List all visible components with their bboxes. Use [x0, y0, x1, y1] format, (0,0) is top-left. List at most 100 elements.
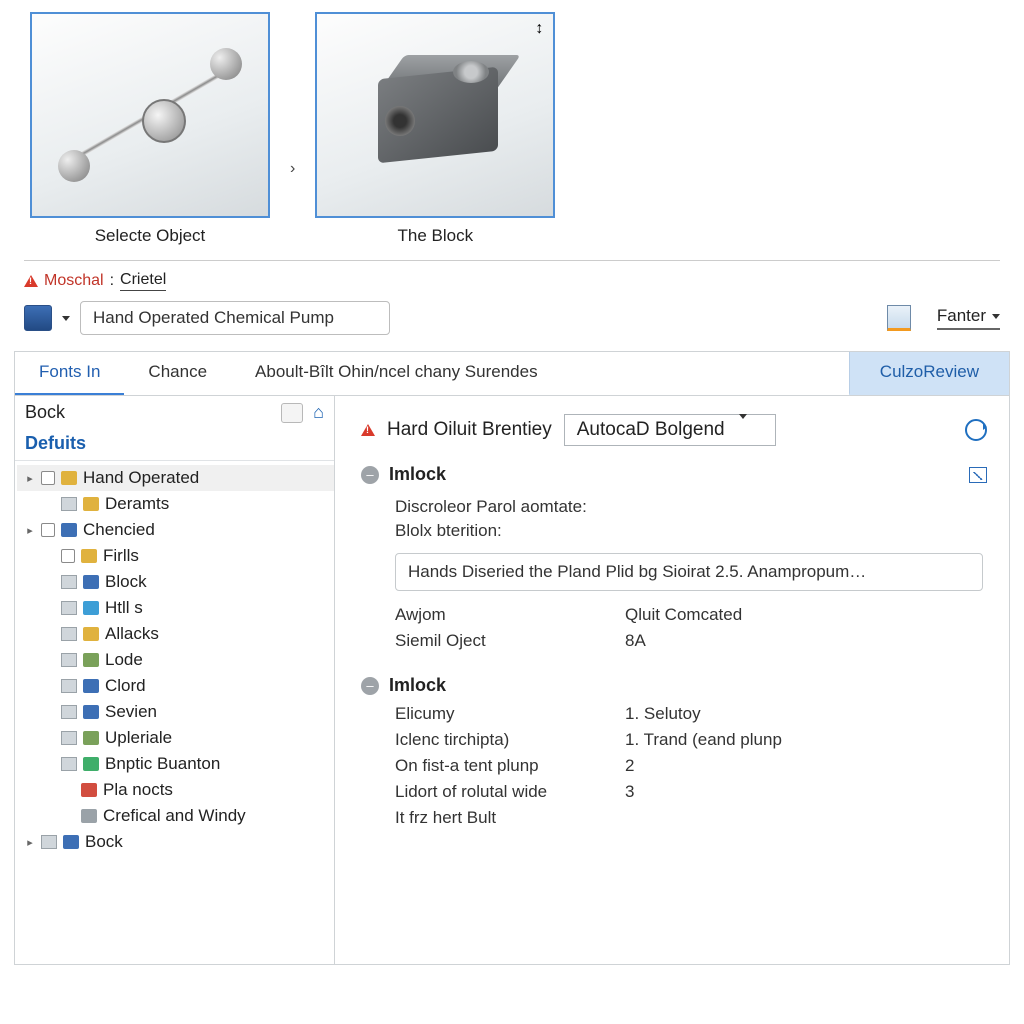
section1-body: Discroleor Parol aomtate: Blolx bteritio… — [361, 485, 987, 669]
folder-icon — [63, 835, 79, 849]
tree-node[interactable]: Allacks — [17, 621, 334, 647]
refresh-icon[interactable] — [965, 419, 987, 441]
warning-icon — [361, 424, 375, 436]
folder-icon — [61, 523, 77, 537]
folder-icon — [83, 653, 99, 667]
description-input[interactable]: Hands Diseried the Pland Plid bg Sioirat… — [395, 553, 983, 591]
tree-header: Bock ⌂ — [15, 396, 334, 427]
thumbnail-frame-1 — [30, 12, 270, 218]
document-icon[interactable] — [887, 305, 911, 331]
chevron-down-icon — [992, 314, 1000, 319]
tree-node-label: Bnptic Buanton — [105, 754, 220, 774]
panel-icon — [61, 679, 77, 693]
fanter-dropdown[interactable]: Fanter — [937, 306, 1000, 330]
tab-strip: Fonts In Chance Aboult-Bîlt Ohin/ncel ch… — [14, 351, 1010, 395]
kv-value: 1. Trand (eand plunp — [625, 730, 983, 750]
kv-key: Elicumy — [395, 704, 625, 724]
tree-node[interactable]: Bnptic Buanton — [17, 751, 334, 777]
tree-node[interactable]: Deramts — [17, 491, 334, 517]
checkbox[interactable] — [61, 549, 75, 563]
search-row: Fanter — [24, 301, 1000, 335]
collapse-icon: – — [361, 466, 379, 484]
tree-node[interactable]: Firlls — [17, 543, 334, 569]
tab-chance[interactable]: Chance — [124, 352, 231, 395]
tree-node-label: Chencied — [83, 520, 155, 540]
section2-kv: Elicumy1. SelutoyIclenc tirchipta)1. Tra… — [395, 704, 983, 828]
tree-node[interactable]: ▸Hand Operated — [17, 465, 334, 491]
tree-node[interactable]: Block — [17, 569, 334, 595]
expand-icon[interactable]: ▸ — [25, 836, 35, 849]
detail-select-value: AutocaD Bolgend — [577, 419, 725, 440]
kv-value: 2 — [625, 756, 983, 776]
folder-icon — [81, 783, 97, 797]
home-icon[interactable]: ⌂ — [313, 402, 324, 423]
thumbnail-caption-1: Selecte Object — [95, 226, 206, 246]
folder-icon — [61, 471, 77, 485]
kv-key: It frz hert Bult — [395, 808, 625, 828]
folder-icon — [83, 601, 99, 615]
breadcrumb-separator-icon: › — [290, 80, 295, 178]
kv-value — [625, 808, 983, 828]
detail-panel: Hard Oiluit Brentiey AutocaD Bolgend – I… — [335, 396, 1009, 964]
tree-panel: Bock ⌂ Defuits ▸Hand OperatedDeramts▸Che… — [15, 396, 335, 964]
tab-about[interactable]: Aboult-Bîlt Ohin/ncel chany Surendes — [231, 352, 562, 395]
section1-line1: Discroleor Parol aomtate: — [395, 497, 983, 517]
tree-node[interactable]: Sevien — [17, 699, 334, 725]
chart-icon[interactable] — [969, 467, 987, 483]
collapse-icon: – — [361, 677, 379, 695]
folder-icon — [83, 679, 99, 693]
tab-fonts[interactable]: Fonts In — [15, 352, 124, 395]
tree-node[interactable]: Htll s — [17, 595, 334, 621]
panel-icon — [61, 653, 77, 667]
section2-header[interactable]: – Imlock — [361, 675, 987, 696]
body-columns: Bock ⌂ Defuits ▸Hand OperatedDeramts▸Che… — [14, 395, 1010, 965]
kv-key: Awjom — [395, 605, 625, 625]
detail-title: Hard Oiluit Brentiey — [387, 419, 552, 441]
kv-value: Qluit Comcated — [625, 605, 983, 625]
warning-row: Moschal : Crietel — [24, 260, 1000, 291]
detail-select[interactable]: AutocaD Bolgend — [564, 414, 776, 446]
checkbox[interactable] — [41, 523, 55, 537]
tree-node-label: Upleriale — [105, 728, 172, 748]
tree-tool-button[interactable] — [281, 403, 303, 423]
warning-icon — [24, 275, 38, 287]
thumbnail-caption-2: The Block — [398, 226, 474, 246]
search-input[interactable] — [80, 301, 390, 335]
checkbox[interactable] — [41, 471, 55, 485]
tree-node[interactable]: ▸ Chencied — [17, 517, 334, 543]
tree-scroll[interactable]: ▸Hand OperatedDeramts ▸ Chencied Firlls Bloc… — [15, 461, 334, 964]
tree-node[interactable]: ▸Bock — [17, 829, 334, 855]
tree-node-label: Block — [105, 572, 147, 592]
folder-icon — [83, 497, 99, 511]
section1-line2: Blolx bterition: — [395, 521, 983, 541]
tree-node[interactable]: Clord — [17, 673, 334, 699]
thumbnail-card-2[interactable]: ↕ The Block — [315, 12, 555, 246]
tree-node-label: Crefical and Windy — [103, 806, 246, 826]
tree-node-label: Firlls — [103, 546, 139, 566]
tree-node[interactable]: Lode — [17, 647, 334, 673]
thumbnail-card-1[interactable]: Selecte Object — [30, 12, 270, 246]
kv-key: On fist-a tent plunp — [395, 756, 625, 776]
app-dropdown-icon[interactable] — [62, 316, 70, 321]
folder-icon — [83, 705, 99, 719]
expand-icon[interactable]: ▸ — [25, 472, 35, 485]
section1-header[interactable]: – Imlock — [361, 464, 987, 485]
section1-name: Imlock — [389, 464, 446, 485]
section2-name: Imlock — [389, 675, 446, 696]
kv-key: Siemil Oject — [395, 631, 625, 651]
panel-icon — [41, 835, 57, 849]
tree-node-label: Htll s — [105, 598, 143, 618]
kv-key: Lidort of rolutal wide — [395, 782, 625, 802]
tab-review[interactable]: CulzoReview — [849, 352, 1009, 395]
tree-node[interactable]: Pla nocts — [17, 777, 334, 803]
app-icon[interactable] — [24, 305, 52, 331]
warning-link[interactable]: Crietel — [120, 271, 166, 291]
chevron-down-icon — [739, 414, 747, 440]
folder-icon — [83, 757, 99, 771]
panel-icon — [61, 705, 77, 719]
folder-icon — [81, 549, 97, 563]
expand-icon[interactable]: ▸ — [25, 524, 35, 537]
tree-node[interactable]: Crefical and Windy — [17, 803, 334, 829]
tree-node[interactable]: Upleriale — [17, 725, 334, 751]
block-render-icon — [345, 40, 525, 190]
